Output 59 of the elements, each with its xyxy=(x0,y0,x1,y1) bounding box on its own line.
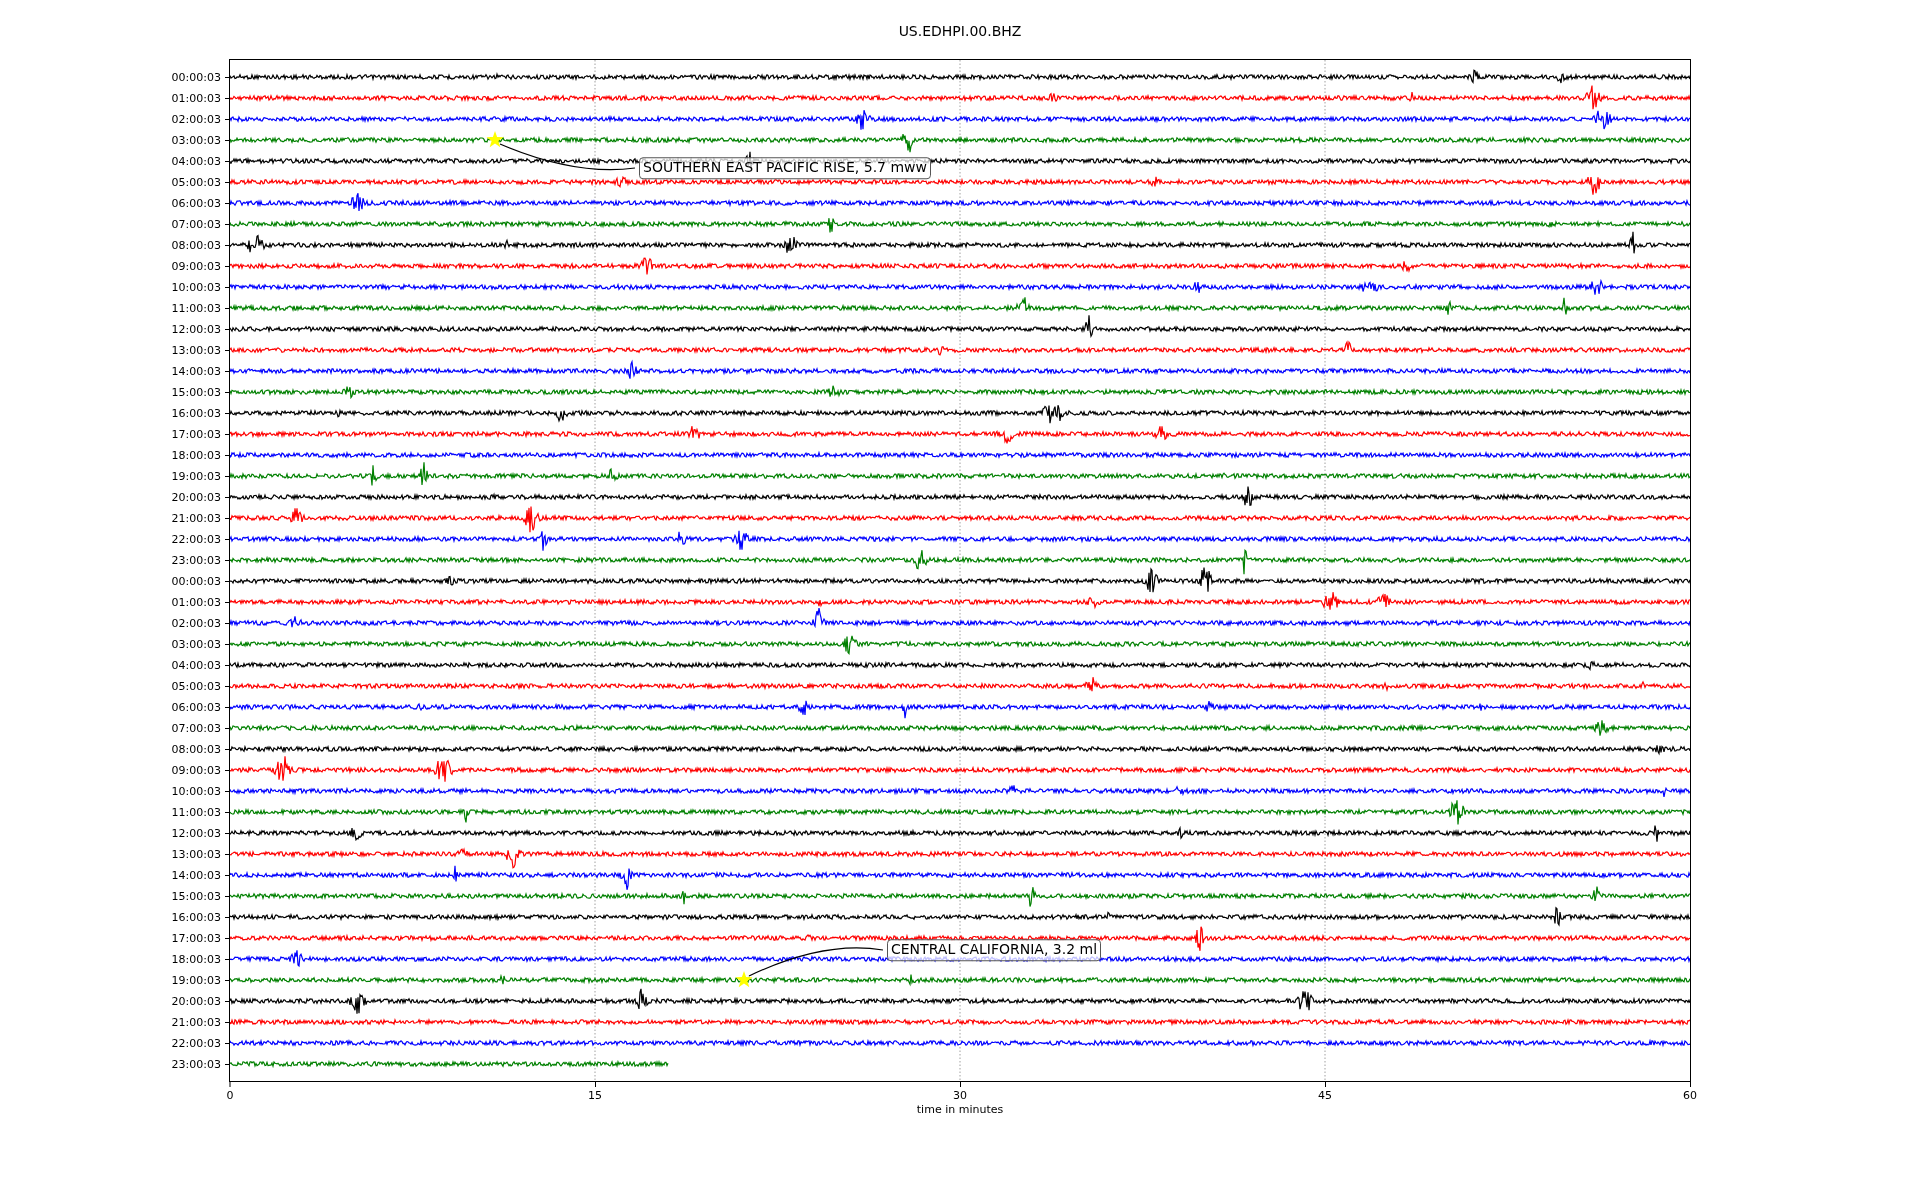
time-label: 02:00:03 xyxy=(171,617,221,629)
event-label: CENTRAL CALIFORNIA, 3.2 ml xyxy=(887,939,1102,961)
time-label: 16:00:03 xyxy=(171,911,221,923)
time-label: 03:00:03 xyxy=(171,638,221,650)
time-label: 22:00:03 xyxy=(171,1037,221,1049)
time-label: 13:00:03 xyxy=(171,344,221,356)
time-label: 06:00:03 xyxy=(171,197,221,209)
time-label: 16:00:03 xyxy=(171,407,221,419)
time-label: 18:00:03 xyxy=(171,953,221,965)
axis-label: time in minutes xyxy=(916,1102,1004,1118)
time-label: 05:00:03 xyxy=(171,680,221,692)
time-label: 05:00:03 xyxy=(171,176,221,188)
time-label: 17:00:03 xyxy=(171,428,221,440)
time-label: 12:00:03 xyxy=(171,827,221,839)
time-label: 07:00:03 xyxy=(171,218,221,230)
time-label: 20:00:03 xyxy=(171,491,221,503)
time-label: 23:00:03 xyxy=(171,1058,221,1070)
time-label: 08:00:03 xyxy=(171,239,221,251)
star-icon xyxy=(735,971,753,988)
time-label: 14:00:03 xyxy=(171,869,221,881)
tick-label: 15 xyxy=(588,1090,602,1101)
time-label: 04:00:03 xyxy=(171,659,221,671)
time-label: 21:00:03 xyxy=(171,1016,221,1028)
tick-label: 45 xyxy=(1318,1090,1332,1101)
time-label: 11:00:03 xyxy=(171,806,221,818)
plot-title: US.EDHPI.00.BHZ xyxy=(898,22,1022,41)
time-label: 00:00:03 xyxy=(171,71,221,83)
star-icon xyxy=(486,131,504,148)
tick-label: 0 xyxy=(226,1090,234,1101)
time-label: 11:00:03 xyxy=(171,302,221,314)
time-label: 18:00:03 xyxy=(171,449,221,461)
time-label: 13:00:03 xyxy=(171,848,221,860)
event-label: SOUTHERN EAST PACIFIC RISE, 5.7 mww xyxy=(639,157,931,179)
time-label: 17:00:03 xyxy=(171,932,221,944)
time-label: 12:00:03 xyxy=(171,323,221,335)
time-label: 23:00:03 xyxy=(171,554,221,566)
time-label: 10:00:03 xyxy=(171,281,221,293)
time-label: 02:00:03 xyxy=(171,113,221,125)
time-label: 00:00:03 xyxy=(171,575,221,587)
time-label: 03:00:03 xyxy=(171,134,221,146)
time-label: 09:00:03 xyxy=(171,764,221,776)
time-label: 14:00:03 xyxy=(171,365,221,377)
time-label: 22:00:03 xyxy=(171,533,221,545)
time-label: 01:00:03 xyxy=(171,596,221,608)
time-label: 06:00:03 xyxy=(171,701,221,713)
tick-label: 60 xyxy=(1683,1090,1697,1101)
time-label: 04:00:03 xyxy=(171,155,221,167)
time-label: 09:00:03 xyxy=(171,260,221,272)
time-label: 15:00:03 xyxy=(171,890,221,902)
time-label: 20:00:03 xyxy=(171,995,221,1007)
time-label: 07:00:03 xyxy=(171,722,221,734)
time-label: 19:00:03 xyxy=(171,974,221,986)
time-label: 08:00:03 xyxy=(171,743,221,755)
time-label: 15:00:03 xyxy=(171,386,221,398)
tick-label: 30 xyxy=(953,1090,967,1101)
time-label: 21:00:03 xyxy=(171,512,221,524)
time-label: 19:00:03 xyxy=(171,470,221,482)
time-label: 01:00:03 xyxy=(171,92,221,104)
time-label: 10:00:03 xyxy=(171,785,221,797)
